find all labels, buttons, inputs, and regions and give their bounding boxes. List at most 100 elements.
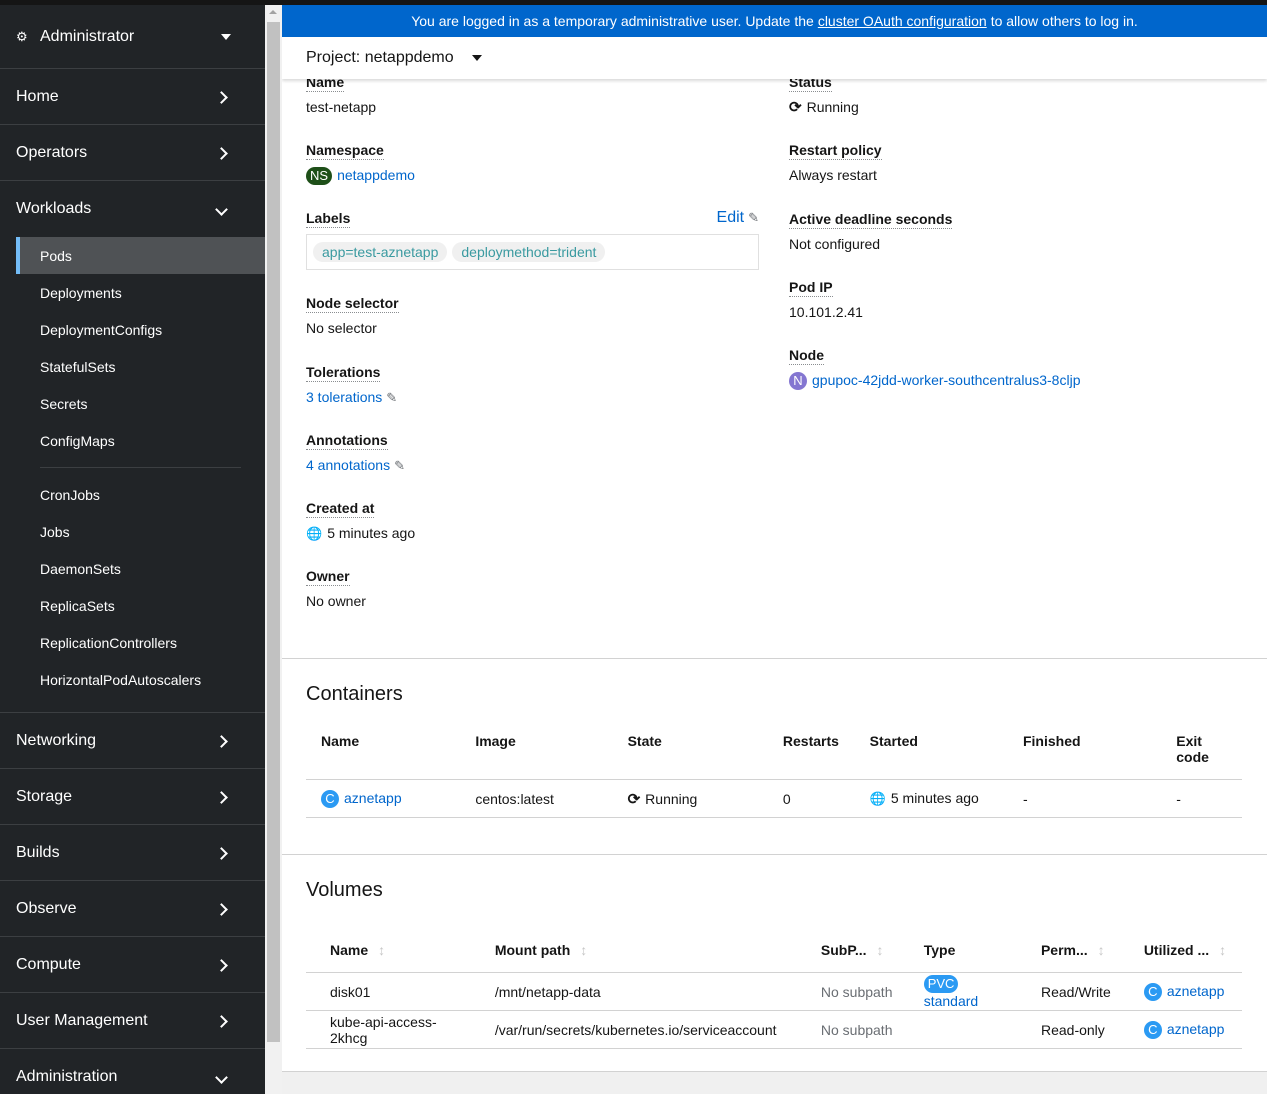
cell-state: Running (645, 790, 698, 807)
nav-item-statefulsets[interactable]: StatefulSets (16, 348, 265, 385)
nav-section-user-management[interactable]: User Management (0, 993, 265, 1049)
nav-item-replicationcontrollers[interactable]: ReplicationControllers (16, 624, 265, 661)
nav-item-secrets[interactable]: Secrets (16, 385, 265, 422)
nav-item-cronjobs[interactable]: CronJobs (16, 476, 265, 513)
cell-permissions: Read/Write (1025, 972, 1129, 1011)
field-labels: Labels Edit ✎ app=test-aznetapp deploymet… (306, 209, 759, 294)
cell-mount-path: /var/run/secrets/kubernetes.io/serviceac… (479, 1010, 806, 1049)
field-annotations: Annotations 4 annotations ✎ (306, 431, 759, 499)
table-row: kube-api-access-2khcg /var/run/secrets/k… (306, 1010, 1242, 1049)
pencil-icon[interactable]: ✎ (386, 390, 397, 405)
pvc-link[interactable]: standard (924, 993, 978, 1009)
sort-icon: ↕ (1097, 942, 1105, 958)
perspective-switcher[interactable]: ⚙ Administrator (0, 5, 265, 69)
scrollbar-thumb[interactable] (267, 22, 280, 1042)
annotations-link[interactable]: 4 annotations (306, 457, 390, 473)
field-label: Owner (306, 568, 350, 586)
label-chip[interactable]: app=test-aznetapp (313, 242, 448, 262)
field-tolerations: Tolerations 3 tolerations ✎ (306, 363, 759, 431)
namespace-link[interactable]: netappdemo (337, 167, 415, 183)
field-value: Running (806, 99, 859, 115)
label-chip[interactable]: deploymethod=trident (452, 242, 606, 262)
nav-section-observe[interactable]: Observe (0, 881, 265, 937)
cell-permissions: Read-only (1025, 1010, 1129, 1049)
containers-section: Containers Name Image State Restarts Sta… (282, 659, 1267, 854)
cell-started: 5 minutes ago (890, 790, 979, 806)
nav-section-label: Builds (16, 843, 60, 861)
col-header-name[interactable]: Name ↕ (306, 928, 480, 973)
project-bar: Project: netappdemo (282, 37, 1267, 79)
header-label: Mount path (494, 942, 571, 958)
nav-section-home[interactable]: Home (0, 69, 265, 125)
nav-section-workloads[interactable]: Workloads (0, 181, 265, 237)
nav-section-label: Operators (16, 143, 88, 161)
chevron-right-icon (213, 1013, 229, 1029)
nav-item-horizontalpodautoscalers[interactable]: HorizontalPodAutoscalers (16, 661, 265, 698)
namespace-badge: NS (306, 167, 333, 185)
globe-icon: 🌐 (869, 791, 886, 806)
nav-section-label: Workloads (16, 200, 92, 217)
nav-section-networking[interactable]: Networking (0, 713, 265, 769)
sort-icon: ↕ (1219, 942, 1227, 958)
container-link[interactable]: aznetapp (344, 790, 402, 806)
col-header-utilized-by[interactable]: Utilized ... ↕ (1129, 928, 1242, 973)
scroll-up-arrow-icon[interactable] (269, 10, 277, 14)
nav-item-deploymentconfigs[interactable]: DeploymentConfigs (16, 311, 265, 348)
table-row: Caznetapp centos:latest ⟳ Running 0 🌐 5 mi… (306, 779, 1242, 818)
nav-item-configmaps[interactable]: ConfigMaps (16, 422, 265, 459)
nav-item-deployments[interactable]: Deployments (16, 274, 265, 311)
oauth-config-link[interactable]: cluster OAuth configuration (818, 13, 987, 29)
header-label: Utilized ... (1143, 942, 1210, 958)
node-link[interactable]: gpupoc-42jdd-worker-southcentralus3-8clj… (812, 372, 1080, 388)
cell-type (908, 1010, 1026, 1049)
field-active-deadline: Active deadline seconds Not configured (789, 210, 1239, 278)
pencil-icon: ✎ (748, 210, 759, 225)
nav-section-compute[interactable]: Compute (0, 937, 265, 993)
col-header-subpath[interactable]: SubP... ↕ (806, 928, 909, 973)
container-link[interactable]: aznetapp (1167, 983, 1225, 999)
cell-exit-code: - (1161, 779, 1242, 818)
volumes-section: Volumes Name ↕ Mount path ↕ SubP... ↕ Type … (282, 855, 1267, 1071)
col-header-image: Image (475, 733, 516, 749)
col-header-mount-path[interactable]: Mount path ↕ (480, 928, 806, 973)
field-namespace: Namespace NS netappdemo (306, 141, 759, 209)
sync-icon: ⟳ (789, 99, 802, 116)
workloads-subnav: Pods Deployments DeploymentConfigs State… (0, 237, 265, 713)
field-label: Active deadline seconds (789, 211, 953, 229)
nav-section-label: Networking (16, 731, 97, 749)
edit-labels-label: Edit (716, 209, 745, 226)
header-label: SubP... (820, 942, 867, 958)
nav-section-administration[interactable]: Administration (0, 1049, 265, 1094)
cell-subpath: No subpath (805, 972, 909, 1011)
field-label: Labels (306, 210, 351, 228)
pencil-icon[interactable]: ✎ (394, 458, 405, 473)
chevron-right-icon (213, 145, 229, 161)
nav-item-jobs[interactable]: Jobs (16, 513, 265, 550)
chevron-right-icon (213, 733, 229, 749)
nav-section-label: Compute (16, 955, 81, 973)
header-label: Name (330, 942, 369, 958)
col-header-finished: Finished (1022, 733, 1081, 749)
caret-down-icon[interactable] (471, 55, 482, 61)
nav-item-replicasets[interactable]: ReplicaSets (16, 587, 265, 624)
field-name: Name test-netapp (306, 73, 759, 141)
container-link[interactable]: aznetapp (1167, 1021, 1225, 1037)
col-header-permissions[interactable]: Perm... ↕ (1026, 928, 1129, 973)
nav-item-pods[interactable]: Pods (16, 237, 265, 274)
containers-table: Name Image State Restarts Started Finish… (306, 719, 1242, 818)
chevron-right-icon (213, 901, 229, 917)
nav-section-label: Home (16, 87, 59, 105)
edit-labels-button[interactable]: Edit ✎ (717, 209, 759, 228)
nav-item-daemonsets[interactable]: DaemonSets (16, 550, 265, 587)
tolerations-link[interactable]: 3 tolerations (306, 389, 382, 405)
project-selector[interactable]: Project: netappdemo (306, 49, 454, 67)
nav-section-storage[interactable]: Storage (0, 769, 265, 825)
volumes-title: Volumes (306, 879, 383, 901)
nav-section-builds[interactable]: Builds (0, 825, 265, 881)
field-created-at: Created at 🌐 5 minutes ago (306, 499, 759, 567)
nav-section-operators[interactable]: Operators (0, 125, 265, 181)
sidebar-scrollbar[interactable] (265, 5, 282, 1094)
node-badge: N (789, 372, 807, 390)
chevron-right-icon (213, 789, 229, 805)
labels-box: app=test-aznetapp deploymethod=trident (306, 234, 759, 270)
